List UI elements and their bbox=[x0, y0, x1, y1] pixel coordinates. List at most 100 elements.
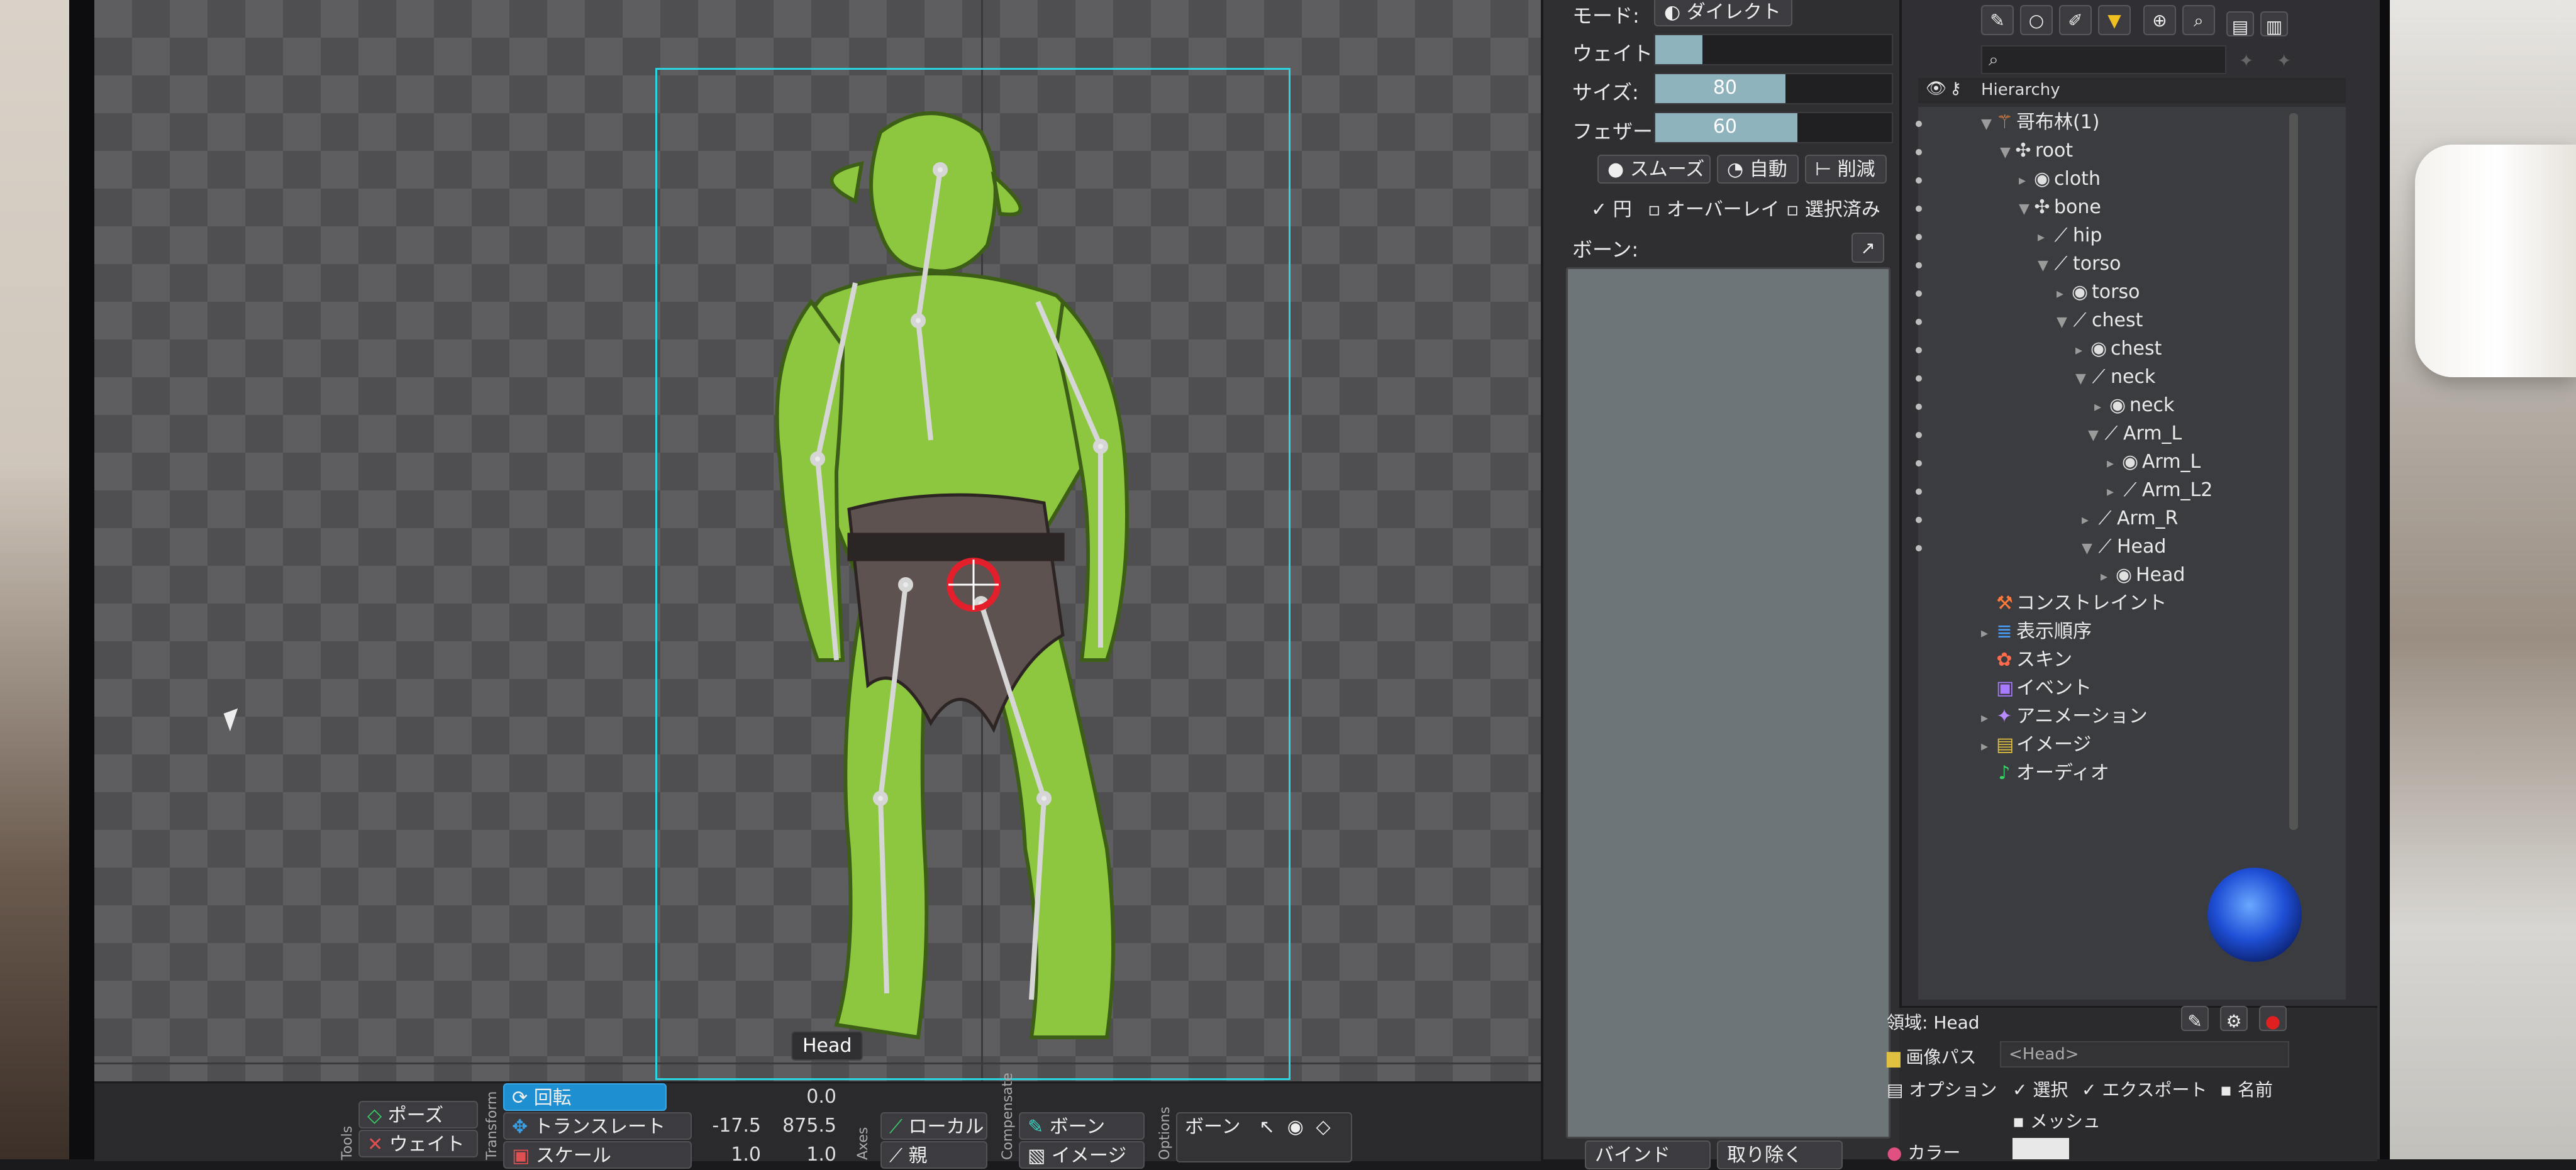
visibility-column-icon[interactable]: 👁 bbox=[1926, 79, 1946, 98]
expand-arrow-icon[interactable]: ▼ bbox=[2082, 536, 2097, 561]
expand-arrow-icon[interactable]: ▸ bbox=[2057, 282, 2072, 307]
expand-arrow-icon[interactable]: ▼ bbox=[2075, 367, 2090, 392]
slot-record-icon[interactable]: ● bbox=[2259, 1006, 2287, 1032]
visibility-dot[interactable] bbox=[1916, 149, 1922, 155]
expand-arrow-icon[interactable]: ▼ bbox=[2088, 423, 2103, 448]
expand-arrow-icon[interactable]: ▼ bbox=[1981, 112, 1996, 137]
remove-button[interactable]: 取り除く bbox=[1717, 1140, 1843, 1169]
bind-button[interactable]: バインド bbox=[1585, 1140, 1711, 1169]
tree-item-head-slot[interactable]: ▸ ◉ Head bbox=[2101, 563, 2185, 588]
duplicate-icon[interactable]: ▥ bbox=[2260, 11, 2288, 37]
key-column-icon[interactable]: ⚷ bbox=[1950, 79, 1962, 98]
translate-x-value[interactable]: -17.5 bbox=[698, 1115, 761, 1137]
circle-option[interactable]: ✓ 円 bbox=[1591, 194, 1632, 221]
expand-arrow-icon[interactable]: ▸ bbox=[2107, 451, 2122, 477]
goblin-character[interactable] bbox=[692, 94, 1245, 1075]
compensate-image-button[interactable]: ▧ イメージ bbox=[1019, 1141, 1145, 1169]
new-item-icon[interactable]: ▤ bbox=[2226, 11, 2254, 37]
expand-arrow-icon[interactable]: ▼ bbox=[2038, 253, 2053, 279]
tree-item-chest-bone[interactable]: ▼ ⟋ chest bbox=[2057, 308, 2143, 333]
tree-item-chest-slot[interactable]: ▸ ◉ chest bbox=[2075, 336, 2162, 361]
bones-pick-icon[interactable]: ↗ bbox=[1852, 233, 1884, 263]
expand-arrow-icon[interactable]: ▸ bbox=[2094, 395, 2109, 420]
floating-orb-widget[interactable] bbox=[2207, 868, 2302, 962]
tree-item-arm-r-bone[interactable]: ▸ ⟋ Arm_R bbox=[2082, 506, 2178, 531]
scale-y-value[interactable]: 1.0 bbox=[774, 1144, 836, 1166]
eye-icon[interactable]: ◉ bbox=[1287, 1116, 1304, 1138]
smooth-button[interactable]: ● スムーズ bbox=[1597, 155, 1711, 184]
tree-item-neck-slot[interactable]: ▸ ◉ neck bbox=[2094, 393, 2174, 418]
visibility-dot[interactable] bbox=[1916, 347, 1922, 353]
tag-icon[interactable]: ◇ bbox=[1316, 1116, 1330, 1138]
search-prev-icon[interactable]: ✦ bbox=[2239, 50, 2253, 71]
tree-item-head-bone[interactable]: ▼ ⟋ Head bbox=[2082, 534, 2166, 560]
search-next-icon[interactable]: ✦ bbox=[2277, 50, 2291, 71]
tree-item-events[interactable]: ▣ イベント bbox=[1981, 676, 2092, 701]
visibility-dot[interactable] bbox=[1916, 121, 1922, 127]
rotate-tool-button[interactable]: ⟳ 回転 bbox=[503, 1083, 667, 1111]
visibility-dot[interactable] bbox=[1916, 290, 1922, 297]
tree-scrollbar[interactable] bbox=[2289, 113, 2298, 830]
mesh-option[interactable]: ▪ メッシュ bbox=[2012, 1108, 2101, 1133]
expand-arrow-icon[interactable]: ▸ bbox=[2019, 168, 2034, 194]
parent-axes-button[interactable]: ⟋ 親 bbox=[880, 1141, 987, 1169]
size-slider[interactable]: 80 bbox=[1654, 73, 1893, 104]
brush-icon[interactable]: ✎ bbox=[1981, 5, 2014, 35]
visibility-dot[interactable] bbox=[1916, 234, 1922, 240]
expand-arrow-icon[interactable]: ▼ bbox=[2019, 197, 2034, 222]
tree-item-root[interactable]: ▼ ✣ root bbox=[2000, 138, 2073, 163]
tree-item-arm-l-slot[interactable]: ▸ ◉ Arm_L bbox=[2107, 450, 2201, 475]
translate-y-value[interactable]: 875.5 bbox=[774, 1115, 836, 1137]
tree-item-draw-order[interactable]: ▸ ≣ 表示順序 bbox=[1981, 619, 2092, 644]
tree-item-skins[interactable]: ✿ スキン bbox=[1981, 648, 2072, 673]
visibility-dot[interactable] bbox=[1916, 319, 1922, 325]
expand-arrow-icon[interactable]: ▸ bbox=[2038, 225, 2053, 250]
tree-item-audio[interactable]: ♪ オーディオ bbox=[1981, 761, 2109, 786]
translate-tool-button[interactable]: ✥ トランスレート bbox=[503, 1112, 692, 1140]
auto-button[interactable]: ◔ 自動 bbox=[1717, 155, 1799, 184]
name-option[interactable]: ▪ 名前 bbox=[2220, 1076, 2273, 1101]
expand-arrow-icon[interactable]: ▼ bbox=[2057, 310, 2072, 335]
weights-button[interactable]: ✕ ウェイト bbox=[358, 1130, 478, 1157]
tree-item-constraints[interactable]: ⚒ コンストレイント bbox=[1981, 591, 2167, 616]
tree-item-neck-bone[interactable]: ▼ ⟋ neck bbox=[2075, 365, 2155, 390]
tree-item-arm-l-bone[interactable]: ▼ ⟋ Arm_L bbox=[2088, 421, 2182, 446]
visibility-dot[interactable] bbox=[1916, 545, 1922, 551]
tree-item-images[interactable]: ▸ ▤ イメージ bbox=[1981, 732, 2091, 758]
visibility-dot[interactable] bbox=[1916, 488, 1922, 495]
visibility-dot[interactable] bbox=[1916, 432, 1922, 438]
tree-item-hip[interactable]: ▸ ⟋ hip bbox=[2038, 223, 2102, 248]
pose-button[interactable]: ◇ ポーズ bbox=[358, 1101, 478, 1129]
visibility-dot[interactable] bbox=[1916, 262, 1922, 268]
expand-arrow-icon[interactable]: ▸ bbox=[1981, 621, 1996, 646]
slot-color-icon[interactable]: ✎ bbox=[2181, 1006, 2209, 1032]
export-option[interactable]: ✓ エクスポート bbox=[2082, 1076, 2207, 1101]
pen-icon[interactable]: ✐ bbox=[2059, 5, 2092, 35]
visibility-dot[interactable] bbox=[1916, 206, 1922, 212]
slot-settings-icon[interactable]: ⚙ bbox=[2220, 1006, 2248, 1032]
visibility-dot[interactable] bbox=[1916, 375, 1922, 382]
expand-arrow-icon[interactable]: ▸ bbox=[2082, 508, 2097, 533]
circle-tool-icon[interactable]: ○ bbox=[2020, 5, 2053, 35]
visibility-dot[interactable] bbox=[1916, 404, 1922, 410]
expand-arrow-icon[interactable]: ▸ bbox=[2107, 480, 2122, 505]
compensate-bone-button[interactable]: ✎ ボーン bbox=[1019, 1112, 1145, 1140]
expand-arrow-icon[interactable]: ▸ bbox=[2101, 565, 2116, 590]
select-option[interactable]: ✓ 選択 bbox=[2012, 1076, 2068, 1101]
tree-item-bone[interactable]: ▼ ✣ bone bbox=[2019, 195, 2101, 220]
feather-slider[interactable]: 60 bbox=[1654, 112, 1893, 143]
visibility-dot[interactable] bbox=[1916, 460, 1922, 466]
tree-item-arm-l2-bone[interactable]: ▸ ⟋ Arm_L2 bbox=[2107, 478, 2212, 503]
bones-list[interactable] bbox=[1566, 267, 1890, 1139]
expand-arrow-icon[interactable]: ▸ bbox=[2075, 338, 2090, 363]
expand-arrow-icon[interactable]: ▸ bbox=[1981, 734, 1996, 759]
overlay-option[interactable]: ▫ オーバーレイ bbox=[1648, 194, 1780, 221]
color-swatch[interactable] bbox=[2012, 1138, 2069, 1159]
filter-icon[interactable]: ▼ bbox=[2098, 5, 2131, 35]
local-axes-button[interactable]: ⟋ ローカル bbox=[880, 1112, 987, 1140]
search-tool-icon[interactable]: ⌕ bbox=[2182, 5, 2215, 35]
tree-item-cloth[interactable]: ▸ ◉ cloth bbox=[2019, 167, 2101, 192]
scale-tool-button[interactable]: ▣ スケール bbox=[503, 1141, 692, 1169]
cursor-icon[interactable]: ↖ bbox=[1259, 1116, 1275, 1138]
visibility-dot[interactable] bbox=[1916, 177, 1922, 184]
